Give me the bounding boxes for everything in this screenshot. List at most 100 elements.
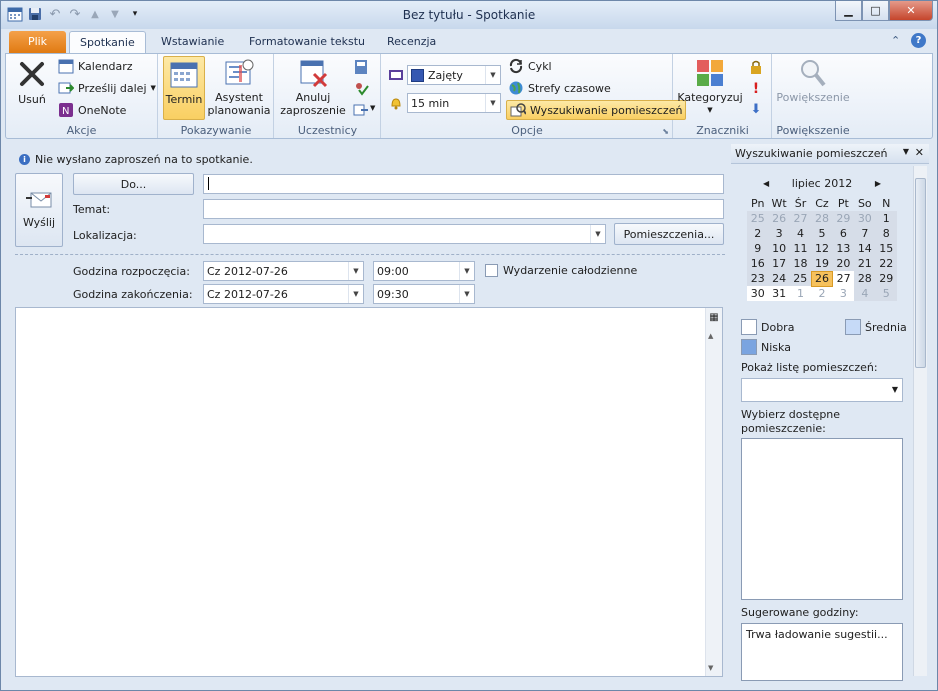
- all-day-checkbox[interactable]: Wydarzenie całodzienne: [485, 264, 637, 277]
- pane-close-icon[interactable]: ✕: [915, 146, 924, 159]
- response-options-icon[interactable]: [353, 102, 369, 118]
- calendar-day[interactable]: 1: [875, 211, 897, 226]
- calendar-button[interactable]: Kalendarz: [58, 57, 133, 75]
- calendar-day[interactable]: 2: [747, 226, 769, 241]
- ruler-icon[interactable]: ▦: [707, 312, 721, 326]
- pane-menu-icon[interactable]: ▼: [903, 147, 909, 156]
- calendar-day[interactable]: 30: [854, 211, 876, 226]
- calendar-day[interactable]: 22: [875, 256, 897, 271]
- calendar-day[interactable]: 8: [875, 226, 897, 241]
- calendar-day[interactable]: 28: [811, 211, 833, 226]
- scheduling-assistant-button[interactable]: Asystent planowania: [207, 58, 271, 117]
- private-lock-icon[interactable]: [748, 59, 764, 75]
- tab-review[interactable]: Recenzja: [377, 31, 446, 53]
- room-finder-button[interactable]: Wyszukiwanie pomieszczeń: [506, 100, 687, 120]
- address-book-icon[interactable]: [353, 59, 369, 75]
- rooms-button[interactable]: Pomieszczenia...: [614, 223, 724, 245]
- minimize-button[interactable]: ▁: [835, 1, 862, 21]
- maximize-button[interactable]: □: [862, 1, 889, 21]
- pane-scrollbar[interactable]: [913, 166, 927, 676]
- calendar-day[interactable]: 5: [811, 226, 833, 241]
- calendar-day-selected[interactable]: 26: [810, 270, 834, 287]
- close-button[interactable]: ✕: [889, 1, 933, 21]
- calendar-day[interactable]: 5: [875, 286, 897, 301]
- calendar-day[interactable]: 1: [789, 286, 812, 301]
- appointment-button[interactable]: Termin: [163, 56, 205, 120]
- onenote-button[interactable]: N OneNote: [58, 101, 126, 119]
- cancel-invitation-button[interactable]: Anuluj zaproszenie: [280, 58, 346, 117]
- group-actions-label: Akcje: [66, 124, 97, 137]
- calendar-day[interactable]: 2: [811, 286, 833, 301]
- calendar-day[interactable]: 12: [811, 241, 833, 256]
- message-body-editor[interactable]: ▦ ▲ ▼: [15, 307, 723, 677]
- location-field[interactable]: ▼: [203, 224, 606, 244]
- available-room-list[interactable]: [741, 438, 903, 600]
- tab-file[interactable]: Plik: [9, 31, 66, 53]
- calendar-day[interactable]: 28: [854, 271, 876, 286]
- calendar-day[interactable]: 27: [789, 211, 812, 226]
- calendar-day[interactable]: 29: [875, 271, 897, 286]
- calendar-day[interactable]: 3: [768, 226, 790, 241]
- suggested-times-list[interactable]: Trwa ładowanie sugestii...: [741, 623, 903, 681]
- room-list-select[interactable]: ▼: [741, 378, 903, 402]
- calendar-day[interactable]: 25: [747, 211, 769, 226]
- calendar-day[interactable]: 18: [789, 256, 812, 271]
- calendar-day[interactable]: 20: [832, 256, 855, 271]
- pane-scroll-thumb[interactable]: [915, 178, 926, 368]
- start-date-select[interactable]: Cz 2012-07-26 ▼: [203, 261, 364, 281]
- calendar-day[interactable]: 17: [768, 256, 790, 271]
- calendar-day[interactable]: 3: [832, 286, 855, 301]
- calendar-day[interactable]: 21: [854, 256, 876, 271]
- calendar-day[interactable]: 4: [854, 286, 876, 301]
- calendar-day[interactable]: 23: [747, 271, 769, 286]
- calendar-day[interactable]: 19: [811, 256, 833, 271]
- tab-insert[interactable]: Wstawianie: [151, 31, 234, 53]
- calendar-day[interactable]: 15: [875, 241, 897, 256]
- tab-format-text[interactable]: Formatowanie tekstu: [239, 31, 375, 53]
- calendar-day[interactable]: 25: [789, 271, 812, 286]
- calendar-day[interactable]: 6: [832, 226, 855, 241]
- calendar-day[interactable]: 14: [854, 241, 876, 256]
- check-names-icon[interactable]: [353, 81, 369, 97]
- low-importance-icon[interactable]: ⬇: [748, 102, 764, 118]
- send-button[interactable]: Wyślij: [15, 173, 63, 247]
- to-field[interactable]: [203, 174, 724, 194]
- calendar-day[interactable]: 10: [768, 241, 790, 256]
- reminder-select[interactable]: 15 min ▼: [407, 93, 501, 113]
- calendar-day[interactable]: 11: [789, 241, 812, 256]
- end-date-select[interactable]: Cz 2012-07-26 ▼: [203, 284, 364, 304]
- chevron-down-icon[interactable]: ▼: [370, 104, 375, 112]
- calendar-day[interactable]: 31: [768, 286, 790, 301]
- calendar-day[interactable]: 4: [789, 226, 812, 241]
- categorize-button[interactable]: Kategoryzuj ▼: [677, 58, 743, 117]
- calendar-day[interactable]: 16: [747, 256, 769, 271]
- body-scrollbar[interactable]: ▦ ▲ ▼: [705, 308, 722, 676]
- calendar-day[interactable]: 27: [832, 271, 855, 286]
- high-importance-icon[interactable]: !: [748, 81, 764, 97]
- previous-month-icon[interactable]: ◀: [747, 179, 769, 188]
- calendar-day[interactable]: 9: [747, 241, 769, 256]
- minimize-ribbon-icon[interactable]: ⌃: [891, 34, 900, 47]
- calendar-day[interactable]: 30: [747, 286, 769, 301]
- tab-meeting[interactable]: Spotkanie: [69, 31, 146, 53]
- calendar-day[interactable]: 7: [854, 226, 876, 241]
- calendar-day[interactable]: 26: [768, 211, 790, 226]
- to-button[interactable]: Do...: [73, 173, 194, 195]
- calendar-day[interactable]: 29: [832, 211, 855, 226]
- recurrence-button[interactable]: Cykl: [508, 57, 552, 75]
- delete-button[interactable]: Usuń: [12, 58, 52, 106]
- start-time-select[interactable]: 09:00 ▼: [373, 261, 475, 281]
- calendar-day[interactable]: 24: [768, 271, 790, 286]
- scroll-up-icon[interactable]: ▲: [708, 332, 713, 340]
- end-time-select[interactable]: 09:30 ▼: [373, 284, 475, 304]
- time-zones-button[interactable]: Strefy czasowe: [508, 79, 611, 97]
- calendar-day[interactable]: 13: [832, 241, 855, 256]
- all-day-checkbox-box[interactable]: [485, 264, 498, 277]
- next-month-icon[interactable]: ▶: [875, 179, 897, 188]
- zoom-button[interactable]: Powiększenie: [776, 58, 850, 104]
- help-icon[interactable]: ?: [911, 33, 926, 48]
- show-as-select[interactable]: Zajęty ▼: [407, 65, 501, 85]
- scroll-down-icon[interactable]: ▼: [708, 664, 713, 672]
- subject-field[interactable]: [203, 199, 724, 219]
- forward-button[interactable]: Prześlij dalej ▼: [58, 79, 156, 97]
